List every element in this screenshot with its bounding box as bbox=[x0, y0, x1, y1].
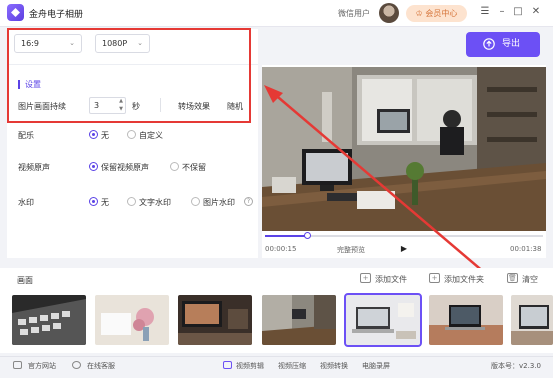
add-folder-label: 添加文件夹 bbox=[444, 275, 484, 284]
frame-thumbnail[interactable] bbox=[178, 295, 252, 345]
add-folder-icon: + bbox=[429, 273, 440, 283]
support-icon bbox=[72, 361, 81, 369]
website-icon bbox=[13, 361, 22, 369]
frame-thumbnail[interactable] bbox=[429, 295, 503, 345]
frame-thumbnail[interactable] bbox=[12, 295, 86, 345]
tool-video-edit[interactable]: 视频剪辑 bbox=[236, 361, 264, 371]
tool-video-convert[interactable]: 视频转换 bbox=[320, 361, 348, 371]
frame-thumbnail[interactable] bbox=[511, 295, 553, 345]
add-file-icon: + bbox=[360, 273, 371, 283]
add-file-label: 添加文件 bbox=[375, 275, 407, 284]
support-link[interactable]: 在线客服 bbox=[87, 361, 115, 371]
frame-thumbnail[interactable] bbox=[262, 295, 336, 345]
clear-button[interactable]: 🗑 清空 bbox=[507, 273, 538, 285]
trash-icon: 🗑 bbox=[507, 273, 518, 283]
frames-title: 画面 bbox=[17, 276, 33, 285]
frame-thumbnail-selected[interactable] bbox=[344, 293, 422, 347]
tool-screen-record[interactable]: 电脑录屏 bbox=[362, 361, 390, 371]
add-folder-button[interactable]: + 添加文件夹 bbox=[429, 273, 484, 285]
clear-label: 清空 bbox=[522, 275, 538, 284]
tool-video-compress[interactable]: 视频压缩 bbox=[278, 361, 306, 371]
add-file-button[interactable]: + 添加文件 bbox=[360, 273, 407, 285]
status-bar bbox=[0, 356, 553, 378]
version-label: 版本号：v2.3.0 bbox=[491, 362, 541, 370]
website-link[interactable]: 官方网站 bbox=[28, 361, 56, 371]
frame-thumbnail[interactable] bbox=[95, 295, 169, 345]
video-edit-icon bbox=[223, 361, 232, 369]
